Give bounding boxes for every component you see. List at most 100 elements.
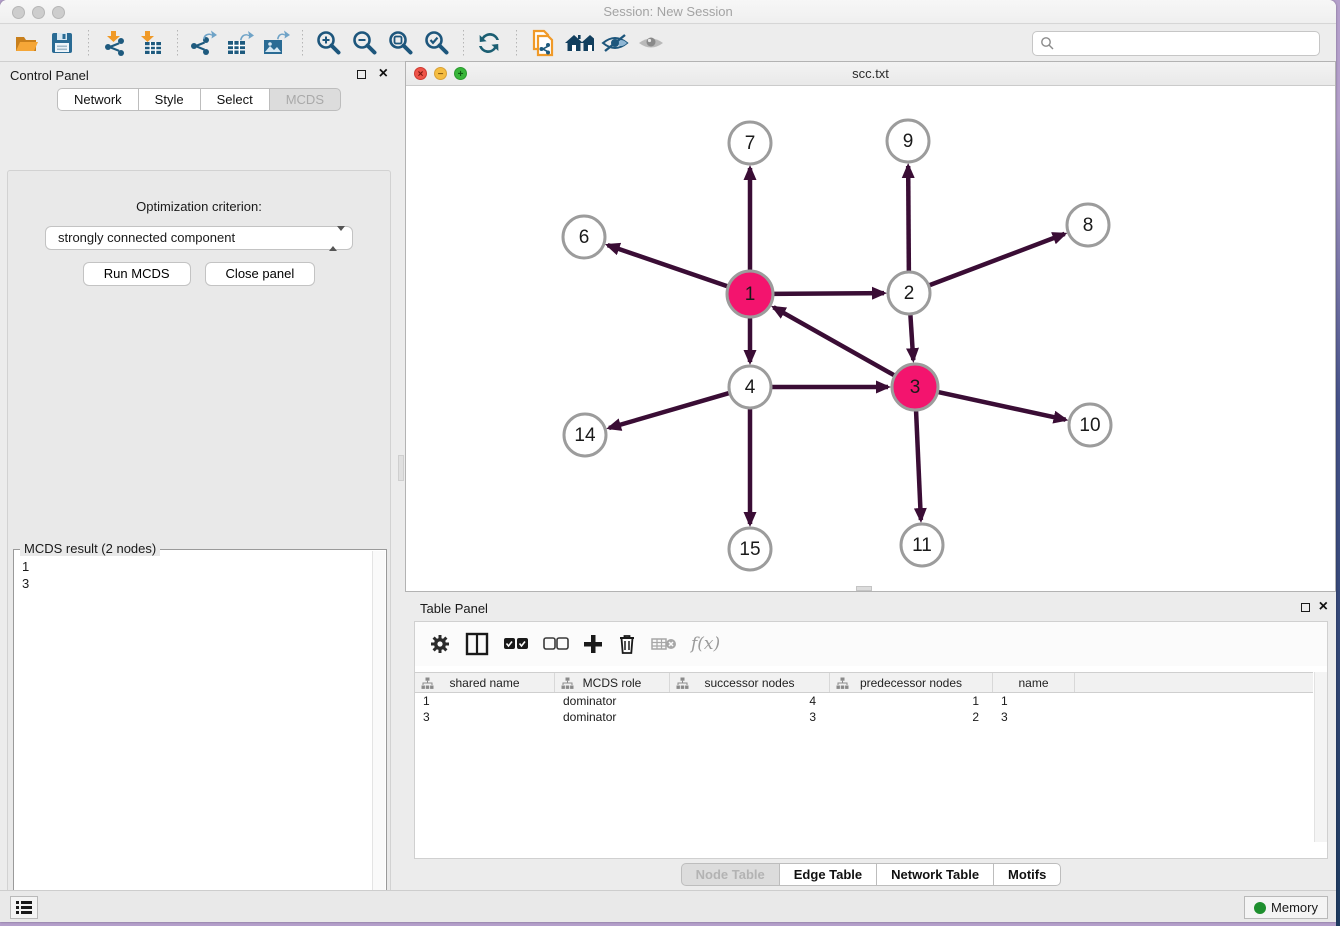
first-neighbors-button[interactable] (564, 29, 594, 57)
eye-icon (636, 31, 666, 55)
node-6[interactable]: 6 (563, 216, 605, 258)
table-cell[interactable]: 4 (670, 693, 830, 709)
mcds-result-title: MCDS result (2 nodes) (20, 541, 160, 556)
open-folder-icon (13, 30, 39, 56)
panel-splitter-handle[interactable] (398, 455, 404, 481)
edge-1-2[interactable] (772, 293, 884, 294)
edge-1-6[interactable] (608, 245, 730, 287)
create-column-button[interactable] (583, 629, 603, 659)
column-header-name[interactable]: name (993, 673, 1075, 692)
node-7[interactable]: 7 (729, 122, 771, 164)
column-header-predecessor-nodes[interactable]: predecessor nodes (830, 673, 993, 692)
import-table-button[interactable] (136, 29, 166, 57)
network-window-title: scc.txt (406, 66, 1335, 81)
tab-motifs[interactable]: Motifs (993, 863, 1061, 886)
zoom-in-icon (315, 29, 343, 57)
apply-layout-button[interactable] (475, 29, 505, 57)
tab-edge-table[interactable]: Edge Table (779, 863, 876, 886)
open-session-button[interactable] (11, 29, 41, 57)
edge-2-3[interactable] (910, 313, 913, 360)
network-canvas[interactable]: 7 9 6 8 1 2 4 3 14 10 15 11 (406, 86, 1335, 591)
export-table-button[interactable] (225, 29, 255, 57)
result-scrollbar[interactable] (372, 551, 385, 922)
export-network-button[interactable] (189, 29, 219, 57)
column-header-successor-nodes[interactable]: successor nodes (670, 673, 830, 692)
table-cell[interactable]: 3 (993, 709, 1075, 725)
edge-2-8[interactable] (928, 234, 1065, 286)
toolbar-separator (302, 30, 303, 56)
show-column-button[interactable] (465, 629, 489, 659)
node-1[interactable]: 1 (727, 271, 773, 317)
node-15[interactable]: 15 (729, 528, 771, 570)
zoom-out-button[interactable] (350, 29, 380, 57)
table-cell[interactable]: 1 (415, 693, 555, 709)
import-network-icon (102, 30, 128, 56)
column-header-MCDS-role[interactable]: MCDS role (555, 673, 670, 692)
table-cell[interactable]: 3 (670, 709, 830, 725)
memory-button[interactable]: Memory (1244, 896, 1328, 919)
float-table-panel-icon[interactable] (1301, 603, 1310, 612)
tab-select[interactable]: Select (200, 88, 269, 111)
svg-text:11: 11 (912, 535, 932, 556)
edge-3-1[interactable] (774, 307, 896, 376)
tab-node-table[interactable]: Node Table (681, 863, 779, 886)
table-cell[interactable]: 3 (415, 709, 555, 725)
close-panel-button[interactable]: Close panel (205, 262, 316, 286)
node-14[interactable]: 14 (564, 414, 606, 456)
table-cell[interactable]: dominator (555, 693, 670, 709)
node-8[interactable]: 8 (1067, 204, 1109, 246)
close-panel-icon[interactable]: × (379, 65, 388, 83)
hide-selected-button[interactable] (600, 29, 630, 57)
show-all-button[interactable] (636, 29, 666, 57)
export-table-icon (225, 30, 255, 56)
zoom-fit-button[interactable] (386, 29, 416, 57)
criterion-select[interactable]: strongly connected component (45, 226, 353, 250)
criterion-select-value: strongly connected component (58, 230, 235, 245)
tab-style[interactable]: Style (138, 88, 200, 111)
new-network-from-selection-button[interactable] (528, 29, 558, 57)
table-cell[interactable]: 1 (993, 693, 1075, 709)
run-mcds-button[interactable]: Run MCDS (83, 262, 191, 286)
svg-text:14: 14 (574, 425, 596, 446)
network-file-icon (529, 28, 557, 58)
control-panel: Control Panel × NetworkStyleSelectMCDS O… (0, 62, 398, 890)
table-row[interactable]: 1dominator411 (415, 693, 1313, 709)
zoom-selected-button[interactable] (422, 29, 452, 57)
network-graph[interactable]: 7 9 6 8 1 2 4 3 14 10 15 11 (406, 86, 1335, 591)
node-11[interactable]: 11 (901, 524, 943, 566)
zoom-in-button[interactable] (314, 29, 344, 57)
export-image-button[interactable] (261, 29, 291, 57)
search-input[interactable] (1032, 31, 1320, 56)
tab-network-table[interactable]: Network Table (876, 863, 993, 886)
close-table-panel-icon[interactable]: × (1319, 598, 1328, 616)
toolbar-separator (177, 30, 178, 56)
table-row[interactable]: 3dominator323 (415, 709, 1313, 725)
edge-2-9[interactable] (908, 166, 909, 273)
table-cell[interactable]: 1 (830, 693, 993, 709)
task-history-button[interactable] (10, 896, 38, 919)
table-scrollbar[interactable] (1314, 672, 1327, 842)
node-3[interactable]: 3 (892, 364, 938, 410)
select-all-button[interactable] (503, 629, 529, 659)
tab-network[interactable]: Network (57, 88, 138, 111)
tab-mcds[interactable]: MCDS (269, 88, 341, 111)
table-cell[interactable]: dominator (555, 709, 670, 725)
deselect-all-button[interactable] (543, 629, 569, 659)
svg-text:6: 6 (579, 227, 590, 248)
column-type-icon (836, 677, 849, 690)
node-9[interactable]: 9 (887, 120, 929, 162)
node-4[interactable]: 4 (729, 366, 771, 408)
column-header-shared-name[interactable]: shared name (415, 673, 555, 692)
table-settings-button[interactable] (429, 629, 451, 659)
save-session-button[interactable] (47, 29, 77, 57)
float-panel-icon[interactable] (357, 70, 366, 79)
node-2[interactable]: 2 (888, 272, 930, 314)
edge-3-10[interactable] (936, 392, 1065, 420)
node-10[interactable]: 10 (1069, 404, 1111, 446)
import-network-button[interactable] (100, 29, 130, 57)
table-cell[interactable]: 2 (830, 709, 993, 725)
delete-column-button[interactable] (617, 629, 637, 659)
edge-4-14[interactable] (609, 393, 731, 428)
canvas-scrollbar-stub[interactable] (856, 586, 872, 591)
edge-3-11[interactable] (916, 409, 921, 520)
